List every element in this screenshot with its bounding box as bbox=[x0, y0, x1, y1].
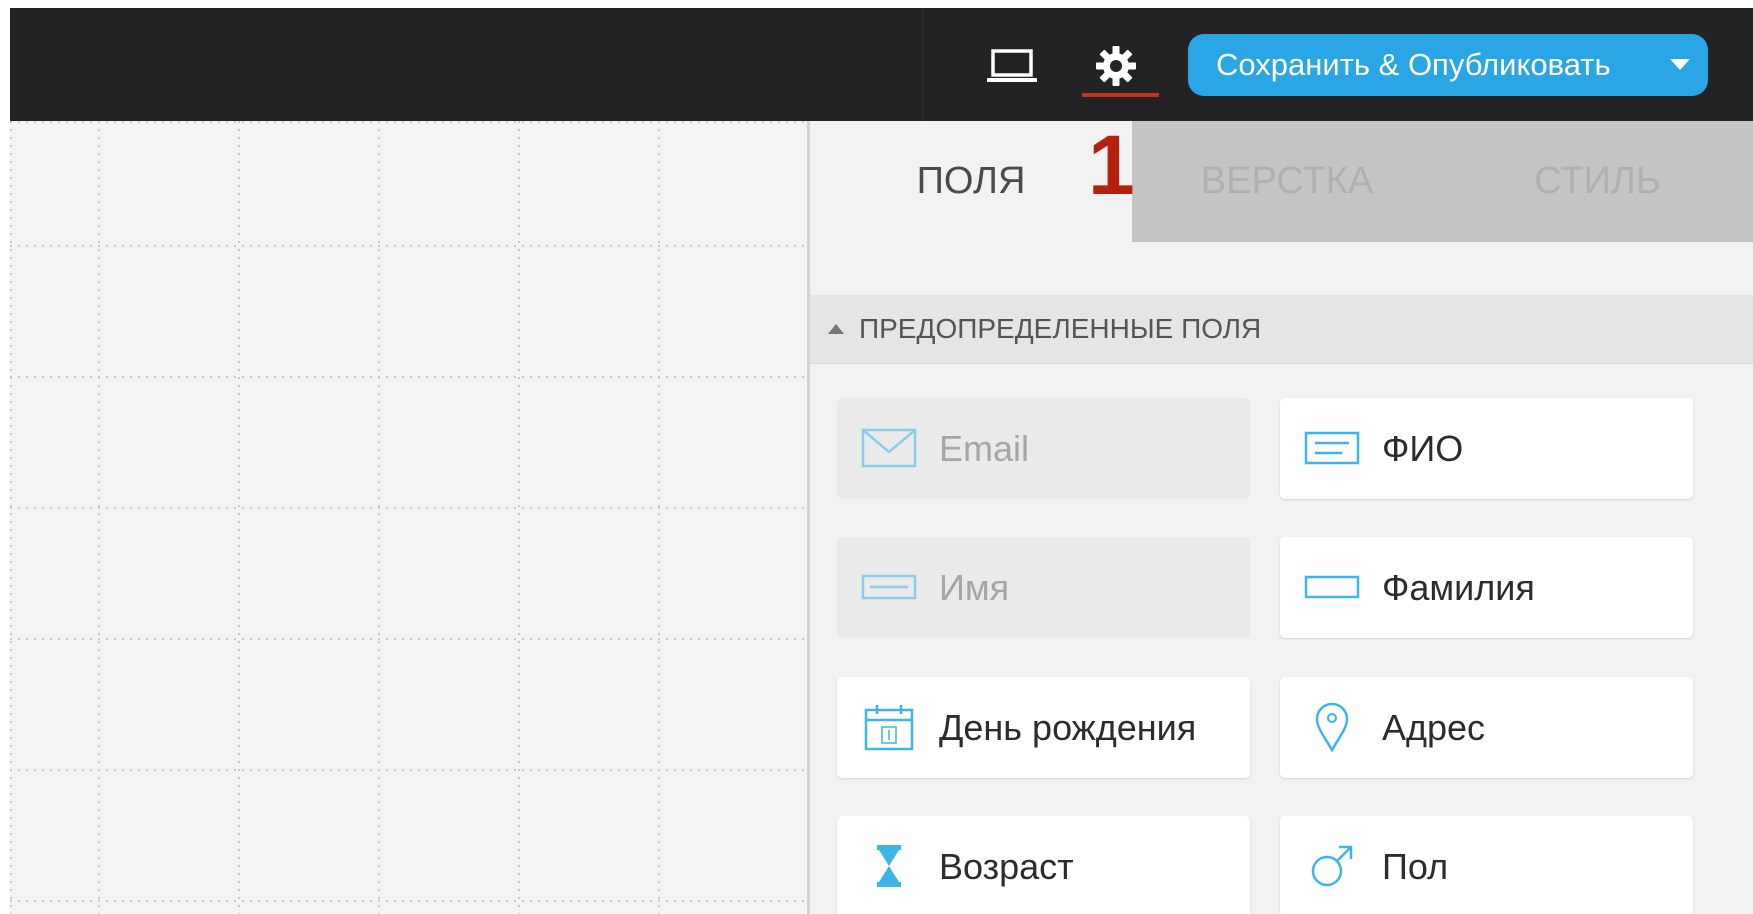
predefined-fields-header[interactable]: ПРЕДОПРЕДЕЛЕННЫЕ ПОЛЯ bbox=[810, 295, 1753, 364]
hourglass-icon bbox=[859, 841, 919, 891]
field-label: ФИО bbox=[1382, 428, 1464, 469]
field-label: Адрес bbox=[1382, 707, 1486, 748]
field-label: Возраст bbox=[939, 846, 1074, 887]
fields-panel: ПОЛЯ ВЕРСТКА СТИЛЬ 1 ПРЕДОПРЕДЕЛЕННЫЕ ПО… bbox=[810, 121, 1753, 914]
text-lines-icon bbox=[1302, 423, 1362, 473]
grid-line bbox=[238, 121, 240, 914]
field-birthday[interactable]: День рождения bbox=[837, 677, 1250, 778]
grid-line bbox=[10, 769, 807, 771]
gender-male-icon bbox=[1302, 841, 1362, 891]
field-label: Имя bbox=[939, 567, 1010, 608]
field-age[interactable]: Возраст bbox=[837, 816, 1250, 914]
tab-style[interactable]: СТИЛЬ bbox=[1442, 121, 1753, 242]
active-settings-underline bbox=[1082, 93, 1159, 97]
field-label: Email bbox=[939, 428, 1030, 469]
app-window: Сохранить & Опубликовать ПОЛЯ ВЕРСТКА СТ… bbox=[10, 8, 1753, 914]
grid-line bbox=[10, 245, 807, 247]
field-full-name[interactable]: ФИО bbox=[1280, 398, 1693, 499]
section-title: ПРЕДОПРЕДЕЛЕННЫЕ ПОЛЯ bbox=[859, 313, 1262, 344]
chevron-down-icon[interactable] bbox=[1670, 59, 1690, 70]
field-first-name[interactable]: Имя bbox=[837, 537, 1250, 638]
field-address[interactable]: Адрес bbox=[1280, 677, 1693, 778]
grid-line bbox=[518, 121, 520, 914]
envelope-icon bbox=[859, 423, 919, 473]
field-last-name[interactable]: Фамилия bbox=[1280, 537, 1693, 638]
grid-line bbox=[378, 121, 380, 914]
top-toolbar: Сохранить & Опубликовать bbox=[10, 8, 1753, 121]
annotation-marker: 1 bbox=[1088, 118, 1135, 212]
field-email[interactable]: Email bbox=[837, 398, 1250, 499]
save-publish-button[interactable]: Сохранить & Опубликовать bbox=[1188, 34, 1708, 96]
grid-line bbox=[10, 638, 807, 640]
save-publish-label: Сохранить & Опубликовать bbox=[1216, 47, 1611, 82]
grid-line bbox=[98, 121, 100, 914]
collapse-triangle-icon bbox=[828, 324, 844, 334]
gear-icon[interactable] bbox=[1086, 38, 1146, 94]
grid-line bbox=[10, 900, 807, 902]
grid-line bbox=[658, 121, 660, 914]
field-label: День рождения bbox=[939, 707, 1197, 748]
toolbar-divider bbox=[922, 8, 923, 121]
map-pin-icon bbox=[1302, 702, 1362, 752]
tab-layout[interactable]: ВЕРСТКА bbox=[1132, 121, 1442, 242]
field-label: Фамилия bbox=[1382, 567, 1535, 608]
tab-fields[interactable]: ПОЛЯ bbox=[810, 121, 1132, 242]
grid-line bbox=[10, 376, 807, 378]
laptop-icon[interactable] bbox=[982, 38, 1042, 94]
calendar-icon bbox=[859, 702, 919, 752]
form-canvas[interactable] bbox=[10, 121, 807, 914]
field-gender[interactable]: Пол bbox=[1280, 816, 1693, 914]
single-line-input-icon bbox=[859, 562, 919, 612]
field-label: Пол bbox=[1382, 846, 1449, 887]
input-box-icon bbox=[1302, 562, 1362, 612]
grid-line bbox=[10, 507, 807, 509]
